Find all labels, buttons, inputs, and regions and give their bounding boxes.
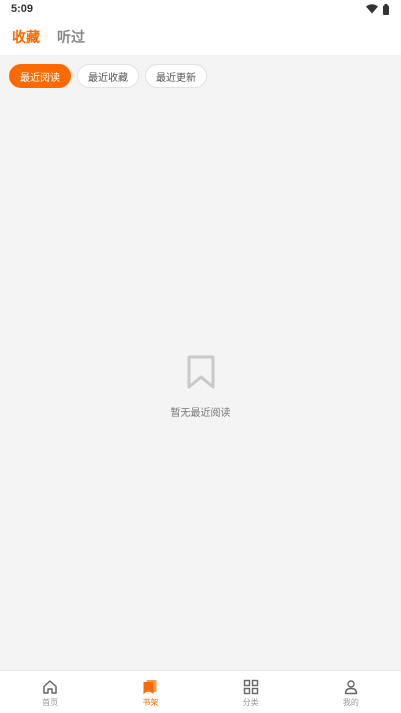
nav-profile[interactable]: 我的 xyxy=(301,671,401,713)
header-tabs: 收藏 听过 xyxy=(0,18,401,55)
nav-bookshelf-label: 书架 xyxy=(142,697,159,707)
empty-text: 暂无最近阅读 xyxy=(170,408,231,419)
chip-recent-favorites[interactable]: 最近收藏 xyxy=(77,64,139,88)
bookmark-icon xyxy=(186,354,216,390)
tab-listened[interactable]: 听过 xyxy=(57,27,85,47)
filter-chips: 最近阅读 最近收藏 最近更新 xyxy=(9,64,207,88)
nav-home-label: 首页 xyxy=(42,697,59,707)
home-icon xyxy=(42,679,58,695)
status-icons xyxy=(366,3,389,15)
chip-recent-updates[interactable]: 最近更新 xyxy=(145,64,207,88)
status-bar: 5:09 xyxy=(0,0,401,18)
status-time: 5:09 xyxy=(11,3,34,15)
user-icon xyxy=(343,679,359,695)
wifi-icon xyxy=(366,4,378,14)
battery-icon xyxy=(383,3,389,15)
nav-bookshelf[interactable]: 书架 xyxy=(100,671,200,713)
bottom-nav: 首页 书架 分类 我的 xyxy=(0,670,401,713)
nav-category-label: 分类 xyxy=(242,697,259,707)
tab-favorites[interactable]: 收藏 xyxy=(12,27,40,47)
empty-state: 暂无最近阅读 xyxy=(0,354,401,419)
nav-category[interactable]: 分类 xyxy=(201,671,301,713)
bookshelf-icon xyxy=(142,679,158,695)
chip-recent-read[interactable]: 最近阅读 xyxy=(9,64,71,88)
screen: 5:09 收藏 听过 最近阅读 最近收藏 最近更新 暂无最近阅读 首页 书架 分… xyxy=(0,0,401,713)
nav-profile-label: 我的 xyxy=(342,697,359,707)
nav-home[interactable]: 首页 xyxy=(0,671,100,713)
grid-icon xyxy=(243,679,259,695)
